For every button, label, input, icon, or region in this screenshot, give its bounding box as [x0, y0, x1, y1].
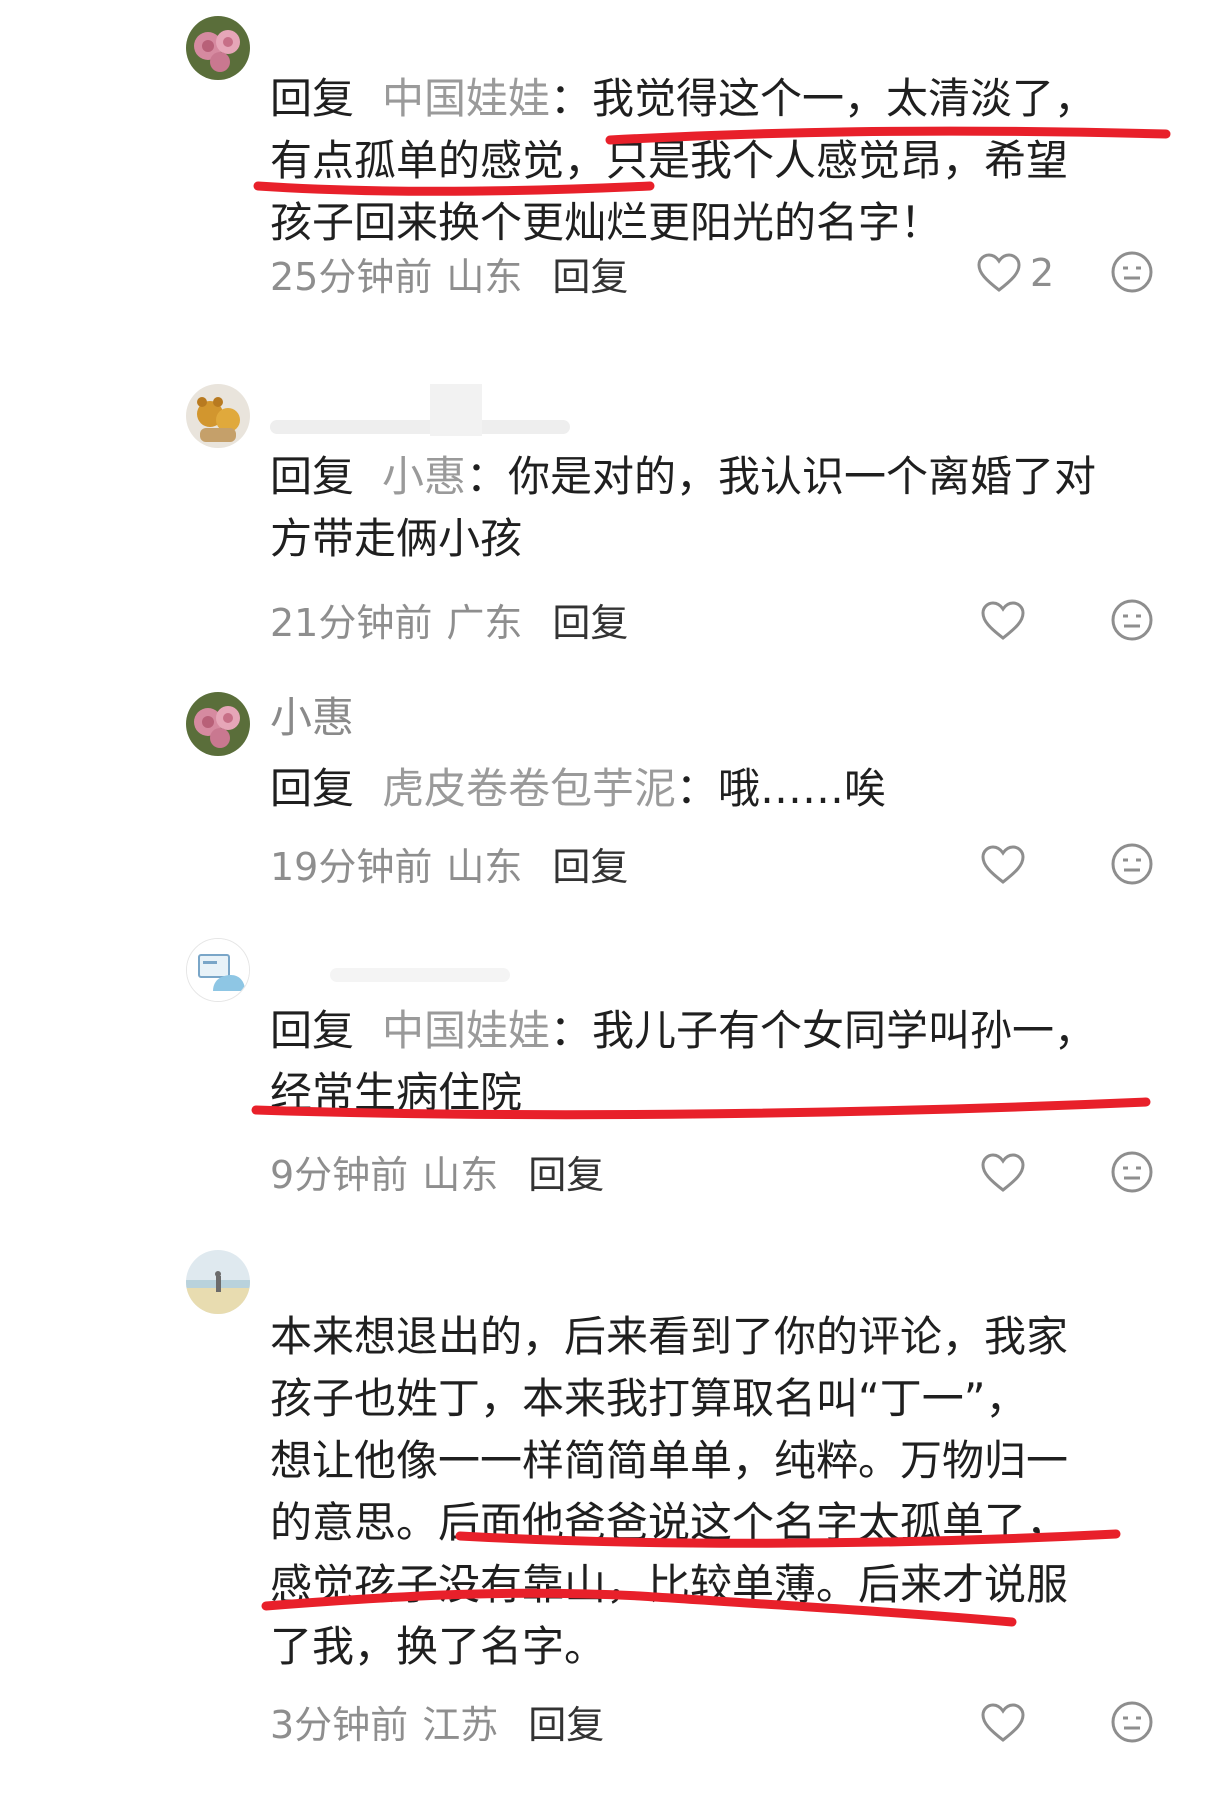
emoji-reaction-button[interactable]: [1110, 598, 1154, 642]
comment-5-text: 本来想退出的，后来看到了你的评论，我家 孩子也姓丁，本来我打算取名叫“丁一”， …: [270, 1312, 1069, 1671]
emoji-reaction-button[interactable]: [1110, 1700, 1154, 1744]
heart-icon: [981, 601, 1025, 640]
comment-3-meta: 19分钟前 山东 回复: [270, 842, 628, 892]
reply-button[interactable]: 回复: [552, 845, 628, 889]
like-button[interactable]: [980, 600, 1026, 642]
timestamp: 9分钟前: [270, 1153, 409, 1197]
timestamp: 21分钟前: [270, 601, 433, 645]
reply-prefix: 回复: [270, 74, 355, 123]
location: 广东: [446, 601, 523, 645]
avatar-computer[interactable]: [186, 938, 250, 1002]
avatar-beach[interactable]: [186, 1250, 250, 1314]
emoji-reaction-button[interactable]: [1110, 1150, 1154, 1194]
reply-target-link[interactable]: 虎皮卷卷包芋泥: [382, 764, 676, 813]
timestamp: 19分钟前: [270, 845, 433, 889]
redaction-block: [430, 384, 482, 436]
reply-target-link[interactable]: 中国娃娃: [382, 74, 550, 123]
reply-button[interactable]: 回复: [528, 1153, 604, 1197]
emoji-reaction-icon: [1111, 599, 1153, 641]
comment-5-meta: 3分钟前 江苏 回复: [270, 1700, 604, 1750]
like-count: 2: [1030, 251, 1055, 295]
reply-button[interactable]: 回复: [552, 601, 628, 645]
emoji-reaction-icon: [1111, 251, 1153, 293]
reply-button[interactable]: 回复: [528, 1703, 604, 1747]
avatar-bears[interactable]: [186, 384, 250, 448]
heart-icon: [981, 1153, 1025, 1192]
reply-target-link[interactable]: 小惠: [382, 452, 466, 501]
username[interactable]: 小惠: [270, 690, 354, 746]
comment-2-meta: 21分钟前 广东 回复: [270, 598, 628, 648]
like-button[interactable]: [980, 1702, 1026, 1744]
emoji-reaction-button[interactable]: [1110, 842, 1154, 886]
username-blurred: [270, 420, 570, 434]
avatar-rose[interactable]: [186, 16, 250, 80]
reply-button[interactable]: 回复: [552, 255, 628, 299]
emoji-reaction-icon: [1111, 1701, 1153, 1743]
avatar-rose[interactable]: [186, 692, 250, 756]
heart-icon: [977, 253, 1021, 292]
like-button[interactable]: [980, 1152, 1026, 1194]
comment-1-meta: 25分钟前 山东 回复: [270, 252, 628, 302]
reply-target-link[interactable]: 中国娃娃: [382, 1006, 550, 1055]
emoji-reaction-icon: [1111, 1151, 1153, 1193]
comment-4-meta: 9分钟前 山东 回复: [270, 1150, 604, 1200]
emoji-reaction-button[interactable]: [1110, 250, 1154, 294]
timestamp: 25分钟前: [270, 255, 433, 299]
emoji-reaction-icon: [1111, 843, 1153, 885]
location: 山东: [446, 255, 523, 299]
comment-2-text: 回复 小惠：你是对的，我认识一个离婚了对 方带走俩小孩: [270, 452, 1097, 563]
comment-1-text: 回复 中国娃娃：我觉得这个一，太清淡了， 有点孤单的感觉，只是我个人感觉昂，希望 …: [270, 74, 1097, 247]
heart-icon: [981, 845, 1025, 884]
location: 山东: [422, 1153, 499, 1197]
like-button[interactable]: 2: [976, 252, 1054, 294]
location: 山东: [446, 845, 523, 889]
comment-4-text: 回复 中国娃娃：我儿子有个女同学叫孙一， 经常生病住院: [270, 1006, 1097, 1117]
like-button[interactable]: [980, 844, 1026, 886]
comment-3-text: 回复 虎皮卷卷包芋泥：哦……唉: [270, 764, 887, 813]
timestamp: 3分钟前: [270, 1703, 409, 1747]
username-blurred: [330, 968, 510, 982]
location: 江苏: [422, 1703, 499, 1747]
heart-icon: [981, 1703, 1025, 1742]
